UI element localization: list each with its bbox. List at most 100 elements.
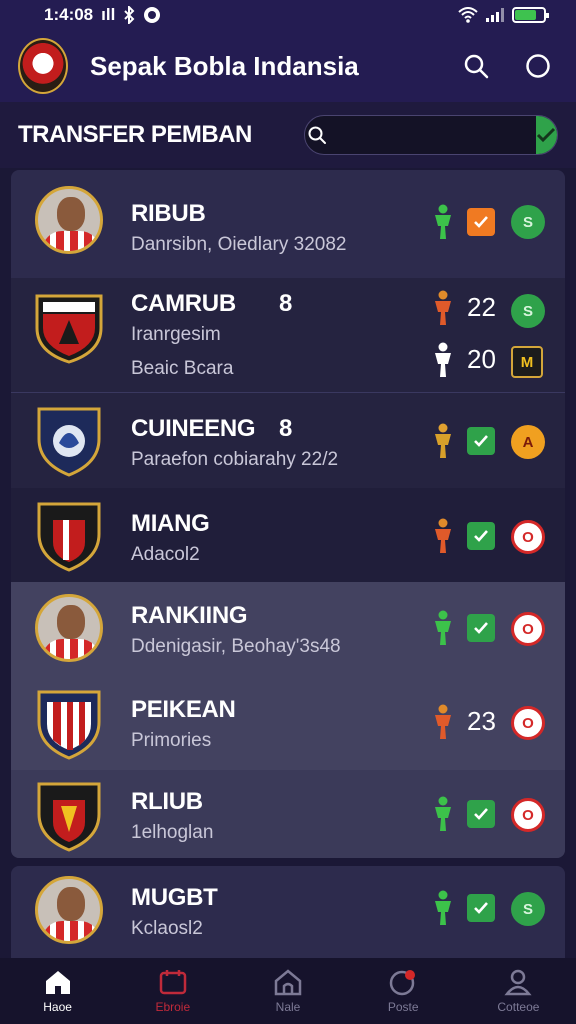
wifi-icon — [458, 7, 478, 23]
app-logo — [18, 38, 68, 94]
club-icon: S — [511, 294, 545, 328]
nav-label: Nale — [275, 1000, 301, 1014]
bluetooth-icon — [124, 6, 135, 24]
club-icon: O — [511, 798, 545, 832]
player-avatar — [35, 186, 103, 254]
home-icon — [45, 971, 70, 994]
transfer-status-checkbox[interactable] — [467, 800, 495, 828]
profile-icon — [504, 969, 532, 996]
player-name: PEIKEAN — [131, 696, 236, 723]
list-item[interactable]: RANKIING Ddenigasir, Beohay'3s48 O — [11, 582, 565, 676]
battery-icon — [512, 7, 549, 23]
player-detail: Iranrgesim — [131, 324, 221, 345]
player-avatar — [35, 876, 103, 944]
profile-button[interactable] — [518, 46, 558, 86]
check-icon — [474, 435, 488, 447]
player-icon — [435, 704, 451, 739]
transfer-status-checkbox[interactable] — [467, 427, 495, 455]
player-icon — [435, 423, 451, 458]
stat-value: 23 — [467, 706, 496, 736]
player-icon — [435, 342, 451, 377]
list-item[interactable]: CUINEENG 8 Paraefon cobiarahy 22/2 A — [11, 392, 565, 488]
club-icon: S — [511, 205, 545, 239]
stat-value: 22 — [467, 292, 496, 322]
transfer-status-checkbox[interactable] — [467, 894, 495, 922]
player-icon — [435, 796, 451, 831]
player-name: RANKIING — [131, 602, 248, 629]
player-detail: Kclaosl2 — [131, 918, 203, 939]
search-icon — [308, 126, 326, 144]
player-detail: Adacol2 — [131, 544, 200, 565]
club-icon: O — [511, 520, 545, 554]
player-name: RIBUB — [131, 200, 206, 227]
nav-posts[interactable]: Poste — [346, 958, 461, 1024]
bottom-navigation: Haoe Ebroie Nale Poste Cotteoe — [0, 958, 576, 1024]
player-name: CAMRUB — [131, 290, 236, 317]
search-input[interactable] — [328, 126, 536, 144]
list-item[interactable]: PEIKEAN Primories 23 O — [11, 676, 565, 770]
check-icon — [474, 530, 488, 542]
stat-value-secondary: 20 — [467, 344, 496, 374]
list-item[interactable]: RLIUB 1elhoglan O — [11, 770, 565, 858]
player-detail: Primories — [131, 730, 212, 751]
nav-label: Cotteoe — [497, 1000, 540, 1014]
check-icon — [537, 127, 556, 143]
player-detail-secondary: Beaic Bcara — [131, 358, 234, 379]
transfer-status-checkbox[interactable] — [467, 614, 495, 642]
section-header: TRANSFER PEMBAN — [0, 102, 576, 168]
player-detail: Paraefon cobiarahy 22/2 — [131, 449, 339, 470]
list-item[interactable]: MUGBT Kclaosl2 S — [11, 866, 565, 958]
nav-label: Poste — [387, 1000, 419, 1014]
player-icon — [435, 204, 451, 239]
search-icon — [464, 54, 489, 79]
transfer-list: RIBUB Danrsibn, Oiedlary 32082 S CAMRUB … — [11, 170, 565, 858]
player-detail: 1elhoglan — [131, 822, 214, 843]
check-icon — [474, 622, 488, 634]
list-item[interactable]: CAMRUB 8 Iranrgesim Beaic Bcara 22 S 20 … — [11, 278, 565, 392]
check-icon — [474, 902, 488, 914]
player-icon — [435, 890, 451, 925]
club-badge — [37, 502, 101, 572]
nav-profile[interactable]: Cotteoe — [461, 958, 576, 1024]
search-confirm-button[interactable] — [535, 116, 557, 154]
player-number: 8 — [279, 290, 293, 317]
sync-icon — [144, 7, 161, 23]
check-icon — [474, 216, 488, 228]
house-outline-icon — [274, 969, 302, 996]
app-title: Sepak Bobla Indansia — [90, 50, 359, 81]
nav-schedule[interactable]: Ebroie — [115, 958, 230, 1024]
list-item[interactable]: MIANG Adacol2 O — [11, 488, 565, 582]
club-icon: A — [511, 425, 545, 459]
player-detail: Ddenigasir, Beohay'3s48 — [131, 636, 341, 657]
club-icon: O — [511, 706, 545, 740]
status-signal-text: ıll — [101, 5, 116, 24]
calendar-icon — [159, 970, 187, 995]
player-icon — [435, 518, 451, 553]
search-button[interactable] — [456, 46, 496, 86]
transfer-status-checkbox[interactable] — [467, 522, 495, 550]
circle-icon — [526, 54, 550, 78]
status-time: 1:4:08 — [44, 5, 94, 24]
app-bar: Sepak Bobla Indansia — [0, 30, 576, 102]
notification-icon — [389, 970, 416, 996]
transfer-status-checkbox[interactable] — [467, 208, 495, 236]
club-badge — [35, 294, 103, 364]
club-badge — [37, 690, 101, 760]
club-badge — [37, 782, 101, 852]
section-title: TRANSFER PEMBAN — [18, 121, 252, 148]
club-badge — [37, 407, 101, 477]
player-name: RLIUB — [131, 788, 203, 815]
nav-home[interactable]: Haoe — [0, 958, 115, 1024]
search-bar — [304, 115, 558, 155]
nav-label: Ebroie — [155, 1000, 191, 1014]
player-detail: Danrsibn, Oiedlary 32082 — [131, 234, 347, 255]
nav-label: Haoe — [43, 1000, 72, 1014]
player-number: 8 — [279, 415, 293, 442]
player-name: MIANG — [131, 510, 210, 537]
player-name: MUGBT — [131, 884, 218, 911]
list-item[interactable]: RIBUB Danrsibn, Oiedlary 32082 S — [11, 170, 565, 278]
status-bar: 1:4:08 ıll — [0, 0, 576, 30]
signal-bars-icon — [486, 8, 504, 22]
nav-club[interactable]: Nale — [230, 958, 345, 1024]
player-avatar — [35, 594, 103, 662]
